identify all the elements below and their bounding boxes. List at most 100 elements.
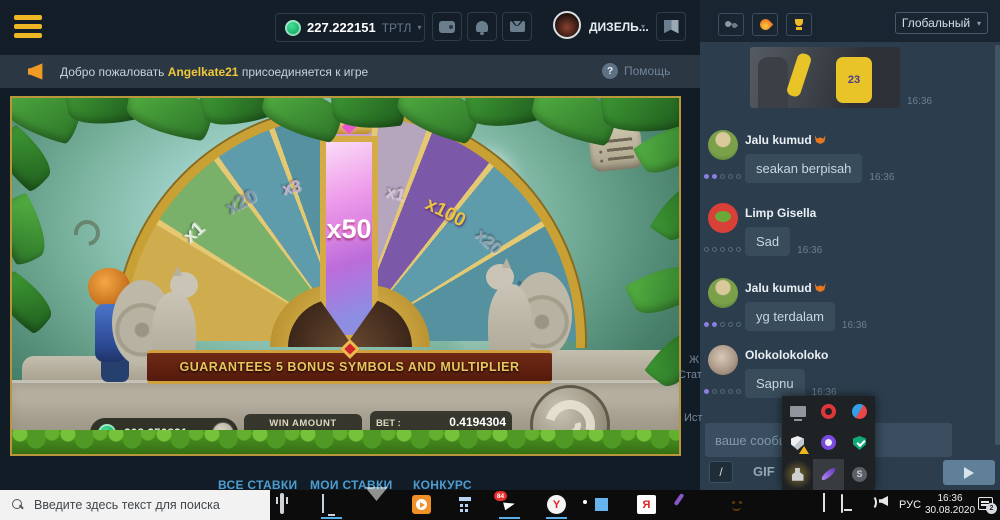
chat-toggle-button[interactable]	[656, 12, 686, 41]
slash-command-button[interactable]: /	[709, 461, 733, 483]
message-username[interactable]: Limp Gisella	[745, 206, 816, 220]
mail-icon	[510, 21, 525, 32]
chevron-down-icon: ▾	[417, 23, 421, 32]
messages-button[interactable]	[502, 12, 532, 41]
notification-prefix: Добро пожаловать	[60, 65, 164, 79]
trophy-icon	[793, 19, 805, 31]
message-username[interactable]: Jalu kumud	[745, 133, 826, 147]
tray-language-button[interactable]: РУС	[899, 495, 921, 513]
rain-button[interactable]	[718, 13, 744, 36]
tray-antivirus-icon[interactable]	[844, 427, 875, 458]
message-time: 16:36	[797, 245, 822, 256]
fox-emoji	[815, 283, 826, 292]
username[interactable]: ДИЗЕЛЬ...	[589, 20, 649, 34]
chat-scrollbar[interactable]	[995, 45, 1000, 445]
contest-button[interactable]	[786, 13, 812, 36]
taskbar-search[interactable]: Введите здесь текст для поиска	[0, 490, 270, 520]
bonus-banner-text: GUARANTEES 5 BONUS SYMBOLS AND MULTIPLIE…	[180, 360, 520, 374]
active-app-underline	[546, 517, 567, 519]
bonus-banner: GUARANTEES 5 BONUS SYMBOLS AND MULTIPLIE…	[147, 350, 552, 384]
help-label: Помощь	[624, 64, 670, 78]
chat-message: Jalu kumud yg terdalam 16:36	[702, 278, 997, 331]
flag-icon	[664, 20, 679, 34]
tray-opera-icon[interactable]	[813, 396, 844, 427]
help-link[interactable]: ? Помощь	[602, 63, 670, 79]
win-amount-label: WIN AMOUNT	[244, 418, 362, 429]
taskbar-app-yandex[interactable]: Я	[637, 495, 656, 514]
task-view-icon	[280, 493, 284, 514]
tray-keyboard-button[interactable]	[841, 495, 843, 513]
clock-date: 30.08.2020	[925, 505, 975, 517]
currency-label: ТРТЛ	[382, 21, 412, 35]
bet-label: BET :	[376, 418, 401, 429]
taskbar-clock[interactable]: 16:36 30.08.2020	[925, 493, 975, 517]
fireball-icon	[757, 17, 773, 33]
chat-channel-label: Глобальный	[902, 16, 970, 30]
game-scene: x1 x20 x3 x1 x100 x20 x50	[12, 98, 679, 454]
leaf-decoration	[623, 254, 679, 325]
avatar[interactable]	[708, 203, 738, 233]
tray-stamp-icon[interactable]	[782, 459, 813, 490]
taskbar-app-monitor[interactable]	[322, 495, 324, 513]
chat-header: Глобальный ▾	[700, 0, 1000, 42]
wheel-center-label: x50	[326, 214, 371, 335]
gif-message-image[interactable]: 23	[750, 47, 900, 108]
taskbar-app-yandex-browser[interactable]: Y	[547, 495, 566, 514]
send-button[interactable]	[943, 460, 995, 485]
gif-button[interactable]: GIF	[753, 464, 775, 479]
chat-message: Limp Gisella Sad 16:36	[702, 203, 997, 256]
fox-emoji	[815, 135, 826, 144]
wallet-button[interactable]	[432, 12, 462, 41]
message-time: 16:36	[842, 320, 867, 331]
search-icon	[12, 499, 24, 511]
avatar[interactable]	[708, 345, 738, 375]
medal-dots	[704, 166, 744, 184]
chevron-up-icon	[823, 493, 825, 512]
chat-channel-select[interactable]: Глобальный ▾	[895, 12, 988, 34]
avatar[interactable]	[708, 130, 738, 160]
tray-skype-icon[interactable]: S	[844, 459, 875, 490]
active-app-underline	[499, 517, 520, 519]
main-column: 227.222151 ТРТЛ ▾ ДИЗЕЛЬ... ▾ Добро пожа…	[0, 0, 700, 490]
gif-jersey-number: 23	[836, 57, 872, 103]
yandex-icon: Я	[637, 495, 656, 514]
taskbar-app-video[interactable]	[412, 495, 431, 514]
keyboard-icon	[841, 494, 843, 513]
chevron-down-icon: ▾	[977, 19, 981, 28]
send-arrow-icon	[964, 467, 974, 479]
gif-person-shape	[758, 57, 788, 108]
message-username[interactable]: Olokolokoloko	[745, 348, 828, 362]
notifications-button[interactable]	[467, 12, 497, 41]
tray-expand-button[interactable]	[823, 495, 825, 513]
tray-app-icon[interactable]	[844, 396, 875, 427]
action-center-button[interactable]: 2	[978, 497, 993, 510]
tray-defender-icon[interactable]	[782, 427, 813, 458]
hamburger-menu-icon[interactable]	[14, 14, 42, 40]
avatar[interactable]	[708, 278, 738, 308]
fireball-button[interactable]	[752, 13, 778, 36]
bet-value: 0.4194304	[449, 415, 506, 429]
leaf-decoration	[12, 191, 57, 268]
site-header: 227.222151 ТРТЛ ▾ ДИЗЕЛЬ... ▾	[0, 0, 700, 55]
refresh-icon	[69, 215, 105, 251]
message-time: 16:36	[907, 96, 932, 107]
tray-media-icon[interactable]	[813, 427, 844, 458]
search-placeholder: Введите здесь текст для поиска	[34, 498, 220, 512]
tray-monitor-icon[interactable]	[782, 396, 813, 427]
task-view-button[interactable]	[280, 495, 284, 513]
notification-username[interactable]: Angelkate21	[168, 65, 239, 79]
user-avatar[interactable]	[553, 11, 581, 39]
video-player-icon	[412, 495, 431, 514]
message-bubble: Sad	[745, 227, 790, 256]
tray-feather-icon[interactable]	[813, 459, 844, 490]
notification-badge: 2	[986, 503, 997, 514]
turtle-coin-icon	[285, 20, 301, 36]
grass-decoration	[12, 430, 679, 454]
help-question-icon: ?	[602, 63, 618, 79]
chevron-down-icon[interactable]: ▾	[641, 22, 645, 31]
message-time: 16:36	[869, 172, 894, 183]
warning-icon	[799, 446, 809, 454]
windows-taskbar: Введите здесь текст для поиска 84 Y Я РУ…	[0, 490, 1000, 520]
balance-pill[interactable]: 227.222151 ТРТЛ ▾	[275, 13, 425, 42]
message-username[interactable]: Jalu kumud	[745, 281, 826, 295]
